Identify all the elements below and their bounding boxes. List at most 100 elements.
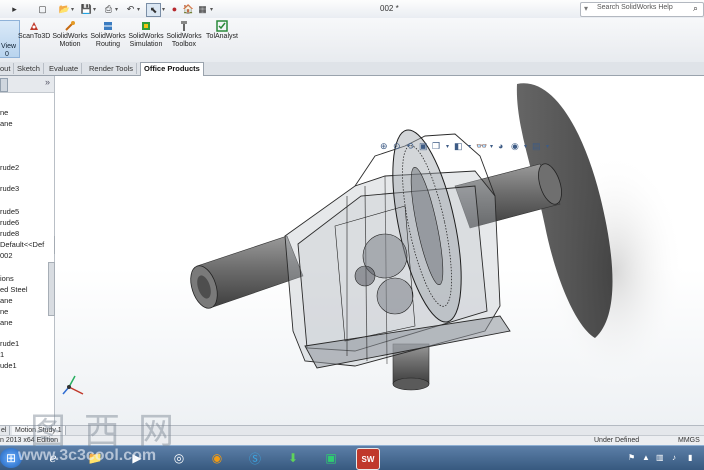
save-dropdown-icon[interactable]: ▾ [93, 6, 96, 13]
tree-item[interactable]: 002 [0, 251, 13, 260]
rebuild-icon[interactable]: ● [168, 3, 181, 15]
graphics-viewport[interactable]: ⊕ ⊙ ⟲ ▣ ❒ ▾ ◧ ▾ 👓 ▾ ◕ ◉ ▾ ▤ ▾ [55, 76, 704, 425]
tray-network-icon[interactable]: ▥ [656, 453, 664, 462]
tree-item[interactable]: rude6 [0, 218, 19, 227]
hide-show-icon[interactable]: 👓 [476, 141, 487, 152]
solidworks-routing-button[interactable]: SolidWorks Routing [90, 20, 126, 49]
title-bar: ▸ ▢ 📂 ▾ 💾 ▾ ⎙ ▾ ↶ ▾ ⬉ ▾ ● 🏠 ▦ ▾ 002 * ▾ … [0, 0, 704, 19]
previous-view-icon[interactable]: ⟲ [406, 141, 414, 152]
skype-icon[interactable]: Ⓢ [244, 448, 266, 468]
print-dropdown-icon[interactable]: ▾ [115, 6, 118, 13]
toolbox-label-2: Toolbox [171, 41, 197, 48]
simulation-label-2: Simulation [129, 41, 163, 48]
search-box[interactable]: ▾ Search SolidWorks Help ⌕ [580, 2, 704, 17]
tree-item[interactable]: 1 [0, 350, 4, 359]
menu-arrow-icon[interactable]: ▸ [8, 3, 21, 15]
new-document-icon[interactable]: ▢ [36, 3, 49, 15]
motion-icon [65, 21, 75, 31]
save-icon[interactable]: 💾 [80, 3, 93, 15]
scanto3d-icon [30, 22, 38, 30]
solidworks-motion-button[interactable]: SolidWorks Motion [52, 20, 88, 49]
tab-sketch[interactable]: Sketch [14, 63, 44, 74]
shaft-left [190, 235, 304, 309]
tree-item[interactable]: ions [0, 274, 14, 283]
solidworks-taskbar-icon[interactable]: SW [356, 448, 380, 470]
toolbox-label-1: SolidWorks [166, 33, 202, 40]
tree-item[interactable]: Default<<Def [0, 240, 44, 249]
search-dropdown-icon[interactable]: ▾ [584, 4, 588, 13]
scene-icon[interactable]: ◉ [511, 141, 519, 152]
zoom-to-area-icon[interactable]: ⊙ [393, 141, 401, 152]
tree-item[interactable]: rude5 [0, 207, 19, 216]
tray-battery-icon[interactable]: ▮ [688, 453, 692, 462]
tree-item[interactable]: ne [0, 307, 8, 316]
feature-manager-tree: » ne ane rude2 rude3 rude5 rude6 rude8 D… [0, 76, 55, 425]
tree-item[interactable]: rude2 [0, 163, 19, 172]
routing-icon [104, 22, 112, 30]
simulation-icon [142, 22, 150, 30]
tab-evaluate[interactable]: Evaluate [46, 63, 83, 74]
firefox-icon[interactable]: ◉ [206, 448, 228, 468]
tree-item[interactable]: rude1 [0, 339, 19, 348]
model-graphics [62, 83, 685, 395]
download-manager-icon[interactable]: ⬇ [282, 448, 304, 468]
feature-manager-tab[interactable] [0, 78, 8, 92]
solidworks-toolbox-button[interactable]: SolidWorks Toolbox [166, 20, 202, 49]
solidworks-simulation-button[interactable]: SolidWorks Simulation [127, 20, 165, 49]
tray-volume-icon[interactable]: ♪ [672, 453, 676, 462]
motion-label-1: SolidWorks [52, 33, 88, 40]
expand-chevron-icon[interactable]: » [45, 77, 50, 87]
watermark-url: www.3c3cool.com [18, 447, 157, 464]
tree-item[interactable]: ude1 [0, 361, 17, 370]
search-input[interactable]: Search SolidWorks Help [597, 4, 673, 11]
options-dropdown-icon[interactable]: ▾ [210, 6, 213, 13]
appearance-icon[interactable]: ◕ [498, 141, 503, 151]
feature-tree-header: » [0, 76, 54, 93]
tolanalyst-icon [216, 20, 228, 32]
view-button-label: View [1, 43, 17, 50]
view-triad [62, 375, 84, 395]
undo-dropdown-icon[interactable]: ▾ [137, 6, 140, 13]
scanto3d-button[interactable]: ScanTo3D [18, 20, 50, 41]
tab-model[interactable]: el [0, 426, 11, 435]
scene-dropdown-icon[interactable]: ▾ [524, 143, 527, 150]
tab-layout[interactable]: out [0, 63, 15, 74]
view-orientation-icon[interactable]: ❒ [432, 141, 440, 152]
select-dropdown-icon[interactable]: ▾ [162, 6, 165, 13]
routing-label-2: Routing [95, 41, 121, 48]
tab-render-tools[interactable]: Render Tools [86, 63, 138, 74]
view-button[interactable]: View 0 [0, 20, 20, 58]
tolanalyst-label: TolAnalyst [206, 33, 238, 40]
view-settings-dropdown-icon[interactable]: ▾ [546, 143, 549, 150]
orientation-dropdown-icon[interactable]: ▾ [446, 143, 449, 150]
search-icon[interactable]: ⌕ [693, 3, 698, 14]
tree-item[interactable]: ane [0, 318, 13, 327]
tray-arrow-icon[interactable]: ▲ [642, 453, 650, 462]
print-icon[interactable]: ⎙ [102, 3, 115, 15]
undo-icon[interactable]: ↶ [124, 3, 137, 15]
options-icon[interactable]: ▦ [196, 3, 209, 15]
select-icon[interactable]: ⬉ [146, 3, 161, 17]
section-view-icon[interactable]: ▣ [419, 141, 428, 152]
file-properties-icon[interactable]: 🏠 [182, 3, 195, 15]
tolanalyst-button[interactable]: TolAnalyst [203, 20, 241, 41]
zoom-to-fit-icon[interactable]: ⊕ [380, 141, 388, 152]
display-dropdown-icon[interactable]: ▾ [468, 143, 471, 150]
hide-show-dropdown-icon[interactable]: ▾ [490, 143, 493, 150]
tray-flag-icon[interactable]: ⚑ [628, 453, 635, 462]
network-icon[interactable]: ▣ [320, 448, 342, 468]
tree-item[interactable]: ane [0, 119, 13, 128]
view-settings-icon[interactable]: ▤ [532, 141, 541, 152]
view-button-sublabel: 0 [5, 51, 9, 58]
tab-office-products[interactable]: Office Products [140, 62, 204, 76]
window-title: 002 * [380, 4, 399, 13]
open-icon[interactable]: 📂 [58, 3, 71, 15]
tree-item[interactable]: ane [0, 296, 13, 305]
display-style-icon[interactable]: ◧ [454, 141, 463, 152]
tree-item[interactable]: ne [0, 108, 8, 117]
tree-item[interactable]: ed Steel [0, 285, 28, 294]
open-dropdown-icon[interactable]: ▾ [71, 6, 74, 13]
tree-scrollbar-thumb[interactable] [48, 262, 55, 316]
tree-item[interactable]: rude3 [0, 184, 19, 193]
tree-item[interactable]: rude8 [0, 229, 19, 238]
